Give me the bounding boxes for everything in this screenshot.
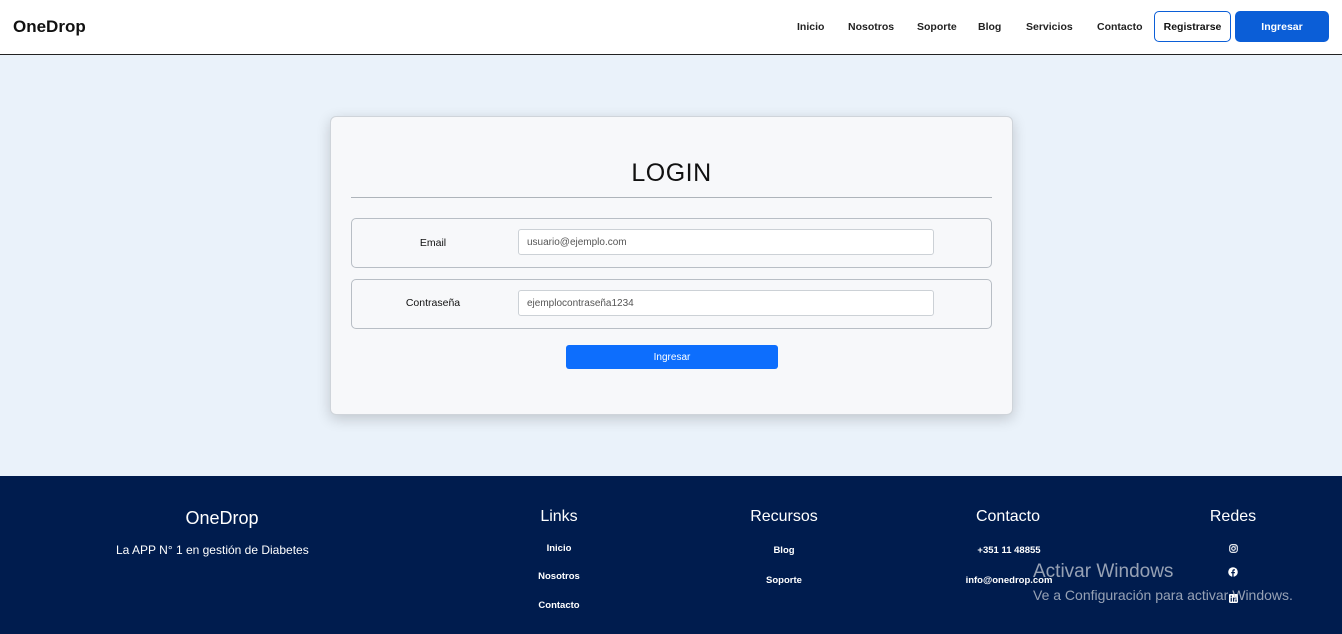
login-submit-button[interactable]: Ingresar <box>566 345 778 369</box>
footer-resource-blog[interactable]: Blog <box>734 545 834 556</box>
nav-link-contacto[interactable]: Contacto <box>1097 21 1143 33</box>
footer-links-heading: Links <box>540 508 578 525</box>
footer-tagline: La APP N° 1 en gestión de Diabetes <box>116 543 309 557</box>
footer-social-heading: Redes <box>1209 508 1257 525</box>
email-input[interactable] <box>518 229 934 255</box>
nav-link-inicio[interactable]: Inicio <box>797 21 824 33</box>
navbar: OneDrop Inicio Nosotros Soporte Blog Ser… <box>0 0 1342 55</box>
footer-resource-soporte[interactable]: Soporte <box>734 575 834 586</box>
footer-contact-heading: Contacto <box>975 508 1041 525</box>
title-divider <box>351 197 992 198</box>
instagram-icon[interactable] <box>1228 543 1238 553</box>
nav-link-servicios[interactable]: Servicios <box>1026 21 1073 33</box>
nav-link-soporte[interactable]: Soporte <box>917 21 957 33</box>
footer-link-contacto[interactable]: Contacto <box>509 600 609 611</box>
facebook-icon[interactable] <box>1228 567 1238 577</box>
login-card: LOGIN Email Contraseña Ingresar <box>330 116 1013 415</box>
nav-link-nosotros[interactable]: Nosotros <box>848 21 894 33</box>
footer-contact-phone: +351 11 48855 <box>977 545 1041 556</box>
brand-logo[interactable]: OneDrop <box>13 17 86 37</box>
footer-link-nosotros[interactable]: Nosotros <box>509 571 609 582</box>
nav-link-blog[interactable]: Blog <box>978 21 1001 33</box>
footer-resources-heading: Recursos <box>750 508 818 525</box>
password-label: Contraseña <box>405 297 461 309</box>
register-button[interactable]: Registrarse <box>1154 11 1231 42</box>
footer: OneDrop La APP N° 1 en gestión de Diabet… <box>0 476 1342 634</box>
login-nav-button[interactable]: Ingresar <box>1235 11 1329 42</box>
footer-brand: OneDrop <box>185 508 259 528</box>
email-label: Email <box>419 237 447 249</box>
windows-activation-title: Activar Windows <box>1033 561 1174 582</box>
windows-activation-subtitle: Ve a Configuración para activar Windows. <box>1033 587 1293 603</box>
email-field-group: Email <box>351 218 992 268</box>
login-title: LOGIN <box>631 159 712 187</box>
password-field-group: Contraseña <box>351 279 992 329</box>
footer-link-inicio[interactable]: Inicio <box>509 543 609 554</box>
password-input[interactable] <box>518 290 934 316</box>
